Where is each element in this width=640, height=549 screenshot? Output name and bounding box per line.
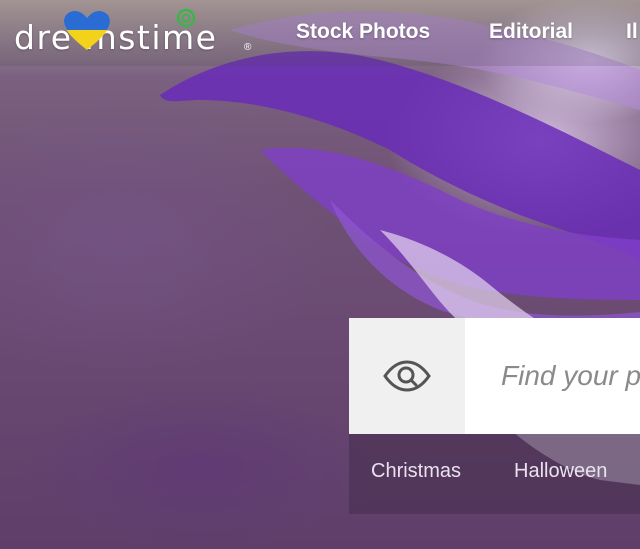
- nav-editorial-link[interactable]: Editorial: [489, 20, 573, 44]
- tag-halloween-link[interactable]: Halloween: [514, 460, 607, 483]
- visual-search-button[interactable]: [349, 318, 465, 434]
- registered-mark: ®: [244, 42, 252, 53]
- dreamstime-logo[interactable]: dre mstime ®: [14, 8, 251, 57]
- nav-stock-photos-link[interactable]: Stock Photos: [296, 20, 430, 44]
- search-box: [349, 318, 640, 434]
- swirl-icon: [176, 8, 196, 28]
- eye-search-icon: [383, 360, 431, 392]
- trending-tags-bar: Christmas Halloween: [349, 434, 640, 514]
- tag-christmas-link[interactable]: Christmas: [371, 460, 461, 483]
- search-input[interactable]: [465, 318, 640, 434]
- nav-illustrations-link[interactable]: Il: [626, 20, 638, 44]
- ukraine-heart-icon: [64, 11, 110, 50]
